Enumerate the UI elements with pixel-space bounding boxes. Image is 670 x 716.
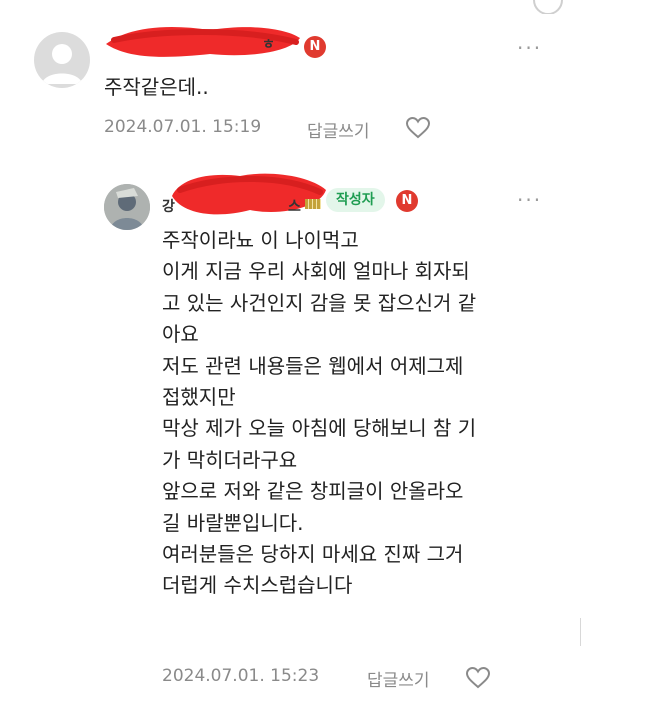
comment-text: 주작같은데.. xyxy=(104,72,209,103)
new-badge-icon: N xyxy=(304,36,326,58)
comment-line: 길 바랄뿐입니다. xyxy=(162,510,304,535)
redacted-username xyxy=(106,26,300,57)
comment-line: 앞으로 저와 같은 창피글이 안올라오 xyxy=(162,479,464,504)
heart-icon[interactable] xyxy=(405,116,431,140)
level-bars-icon xyxy=(305,199,321,209)
username-fragment: ㅎ xyxy=(262,37,275,53)
comment-line: 접했지만 xyxy=(162,384,236,409)
profile-photo-icon[interactable] xyxy=(104,184,150,230)
comment-line: 고 있는 사건인지 감을 못 잡으신거 같 xyxy=(162,290,477,315)
more-options-icon[interactable]: ··· xyxy=(517,38,542,58)
comment-line: 주작이라뇨 이 나이먹고 xyxy=(162,228,359,252)
author-chip: 작성자 xyxy=(326,188,385,212)
scroll-track xyxy=(580,618,581,646)
default-avatar-icon[interactable] xyxy=(34,32,90,88)
reply-link[interactable]: 답글쓰기 xyxy=(367,666,430,691)
new-badge-icon: N xyxy=(396,190,418,212)
heart-icon[interactable] xyxy=(465,666,491,690)
top-edge-icon xyxy=(533,0,563,14)
reply-link[interactable]: 답글쓰기 xyxy=(307,117,370,142)
comment-line: 주작같은데.. xyxy=(104,75,209,99)
comment-line: 가 막히더라구요 xyxy=(162,447,298,472)
username-fragment-end: 스 xyxy=(288,199,301,215)
redacted-username xyxy=(172,173,326,215)
comment-line: 아요 xyxy=(162,322,199,347)
comment-timestamp: 2024.07.01. 15:19 xyxy=(104,117,262,137)
comment-line: 막상 제가 오늘 아침에 당해보니 참 기 xyxy=(162,416,477,441)
comment-line: 이게 지금 우리 사회에 얼마나 회자되 xyxy=(162,259,470,284)
comment-timestamp: 2024.07.01. 15:23 xyxy=(162,666,320,686)
more-options-icon[interactable]: ··· xyxy=(517,190,542,210)
comment-text: 주작이라뇨 이 나이먹고 이게 지금 우리 사회에 얼마나 회자되 고 있는 사… xyxy=(162,225,476,602)
comment-line: 저도 관련 내용들은 웹에서 어제그제 xyxy=(162,353,464,378)
comment-line: 더럽게 수치스럽습니다 xyxy=(162,573,353,598)
comment-line: 여러분들은 당하지 마세요 진짜 그거 xyxy=(162,541,464,566)
